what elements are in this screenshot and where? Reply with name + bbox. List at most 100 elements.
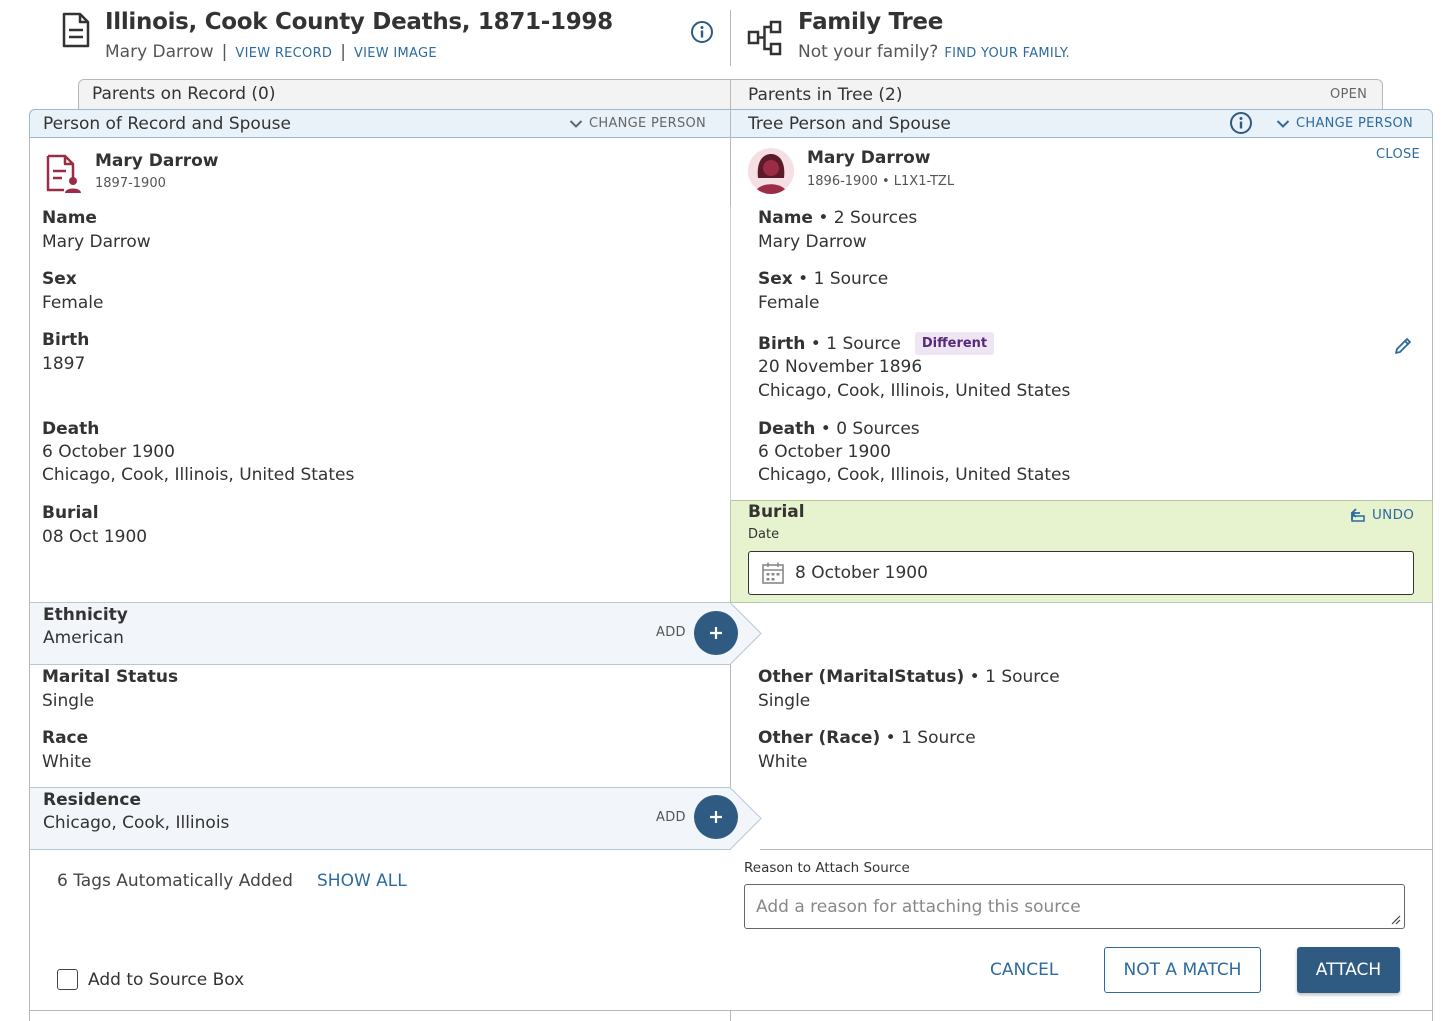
bullet: • [964, 667, 986, 687]
tree-field-value-sex: Female [758, 293, 820, 313]
record-person-icon [46, 154, 82, 194]
burial-date-field[interactable]: 8 October 1900 [748, 551, 1414, 595]
right-change-person-button[interactable]: CHANGE PERSON [1276, 116, 1413, 131]
field-label-birth: Birth [42, 330, 90, 350]
bullet: • [880, 728, 902, 748]
field-label-name: Name [42, 208, 97, 228]
field-label-marital-status: Marital Status [42, 667, 179, 687]
close-button[interactable]: CLOSE [1376, 147, 1420, 162]
tree-burial-sublabel: Date [748, 527, 780, 542]
edit-birth-pencil-icon[interactable] [1393, 336, 1413, 356]
chevron-down-icon [1276, 119, 1290, 128]
ethnicity-band [30, 602, 731, 665]
tree-marital-sources[interactable]: 1 Source [985, 667, 1060, 687]
different-badge: Different [914, 332, 995, 355]
column-divider [730, 1010, 731, 1021]
add-ethnicity-label[interactable]: ADD [656, 625, 686, 640]
avatar [748, 148, 794, 194]
tree-name-sources[interactable]: 2 Sources [834, 208, 917, 228]
tree-death-sources[interactable]: 0 Sources [836, 419, 919, 439]
undo-label: UNDO [1372, 507, 1415, 523]
field-label-race: Race [42, 728, 89, 748]
tree-field-value-death-place: Chicago, Cook, Illinois, United States [758, 465, 1071, 485]
field-value-death-place: Chicago, Cook, Illinois, United States [42, 465, 355, 485]
field-value-death-date: 6 October 1900 [42, 442, 175, 462]
add-ethnicity-button[interactable] [694, 611, 738, 655]
tree-birth-label: Birth [758, 333, 806, 354]
header-divider [730, 10, 731, 66]
footer-divider [760, 849, 1433, 850]
tree-subline: Not your family? FIND YOUR FAMILY. [798, 42, 1070, 62]
bullet: • [805, 333, 827, 354]
undo-icon [1350, 508, 1365, 522]
left-change-person-button[interactable]: CHANGE PERSON [569, 116, 706, 131]
tags-added-text: 6 Tags Automatically Added [57, 871, 293, 891]
tree-field-label-birth: Birth • 1 Source Different [758, 332, 995, 355]
column-divider [730, 206, 731, 501]
record-subline: Mary Darrow | VIEW RECORD | VIEW IMAGE [105, 42, 437, 62]
burial-date-value: 8 October 1900 [795, 563, 928, 583]
view-record-link[interactable]: VIEW RECORD [235, 46, 332, 61]
tab-parents-in-tree[interactable]: Parents in Tree (2) [748, 85, 903, 105]
not-a-match-button[interactable]: NOT A MATCH [1104, 947, 1261, 993]
column-divider [730, 109, 731, 206]
tree-race-sources[interactable]: 1 Source [901, 728, 976, 748]
undo-button[interactable]: UNDO [1350, 507, 1414, 523]
source-box-row[interactable]: Add to Source Box [57, 969, 244, 990]
field-value-burial: 08 Oct 1900 [42, 527, 148, 547]
tree-field-label-race: Other (Race) • 1 Source [758, 728, 976, 748]
left-change-person-label: CHANGE PERSON [589, 116, 707, 131]
tree-person-name[interactable]: Mary Darrow [807, 148, 931, 168]
calendar-icon[interactable] [761, 561, 785, 585]
record-person-name[interactable]: Mary Darrow [95, 151, 219, 171]
tree-field-label-marital-status: Other (MaritalStatus) • 1 Source [758, 667, 1060, 687]
attach-button[interactable]: ATTACH [1297, 947, 1400, 993]
add-to-source-box-label[interactable]: Add to Source Box [88, 970, 244, 990]
record-person-dates: 1897-1900 [95, 176, 166, 191]
tree-field-label-burial: Burial [748, 502, 805, 522]
chevron-down-icon [569, 119, 583, 128]
family-tree-icon [747, 20, 783, 56]
field-value-ethnicity: American [43, 628, 124, 648]
plus-icon [710, 627, 722, 639]
plus-icon [710, 811, 722, 823]
tree-birth-sources[interactable]: 1 Source [826, 334, 901, 354]
record-title: Illinois, Cook County Deaths, 1871-1998 [105, 9, 613, 35]
field-label-ethnicity: Ethnicity [43, 605, 128, 625]
tree-field-value-marital-status: Single [758, 691, 811, 711]
field-label-sex: Sex [42, 269, 77, 289]
tree-field-value-death-date: 6 October 1900 [758, 442, 891, 462]
tree-field-value-race: White [758, 752, 808, 772]
bottom-divider [30, 1010, 1433, 1011]
add-to-source-box-checkbox[interactable] [57, 969, 78, 990]
bullet: • [792, 269, 814, 289]
show-all-button[interactable]: SHOW ALL [317, 871, 407, 891]
field-value-marital-status: Single [42, 691, 95, 711]
add-residence-label[interactable]: ADD [656, 810, 686, 825]
field-value-birth: 1897 [42, 354, 86, 374]
view-image-link[interactable]: VIEW IMAGE [354, 46, 437, 61]
reason-input[interactable] [745, 885, 1404, 928]
open-parents-button[interactable]: OPEN [1330, 87, 1367, 102]
tab-parents-on-record[interactable]: Parents on Record (0) [92, 84, 275, 104]
separator: | [221, 42, 228, 62]
tree-marital-label: Other (MaritalStatus) [758, 667, 965, 687]
left-header-label: Person of Record and Spouse [43, 114, 291, 134]
tree-title: Family Tree [798, 9, 944, 35]
cancel-button[interactable]: CANCEL [990, 960, 1058, 980]
reason-input-box[interactable] [744, 884, 1405, 929]
separator: | [340, 42, 346, 62]
record-icon [62, 12, 90, 48]
tree-info-icon[interactable] [1229, 111, 1253, 135]
field-label-burial: Burial [42, 503, 99, 523]
right-header-label: Tree Person and Spouse [748, 114, 951, 134]
add-residence-button[interactable] [694, 795, 738, 839]
tree-sex-sources[interactable]: 1 Source [814, 269, 889, 289]
resize-handle-icon[interactable] [1391, 915, 1401, 925]
info-icon[interactable] [690, 20, 714, 44]
field-value-race: White [42, 752, 92, 772]
tree-race-label: Other (Race) [758, 728, 881, 748]
tab-divider [730, 80, 731, 110]
find-your-family-link[interactable]: FIND YOUR FAMILY. [944, 46, 1070, 61]
field-label-residence: Residence [43, 790, 141, 810]
